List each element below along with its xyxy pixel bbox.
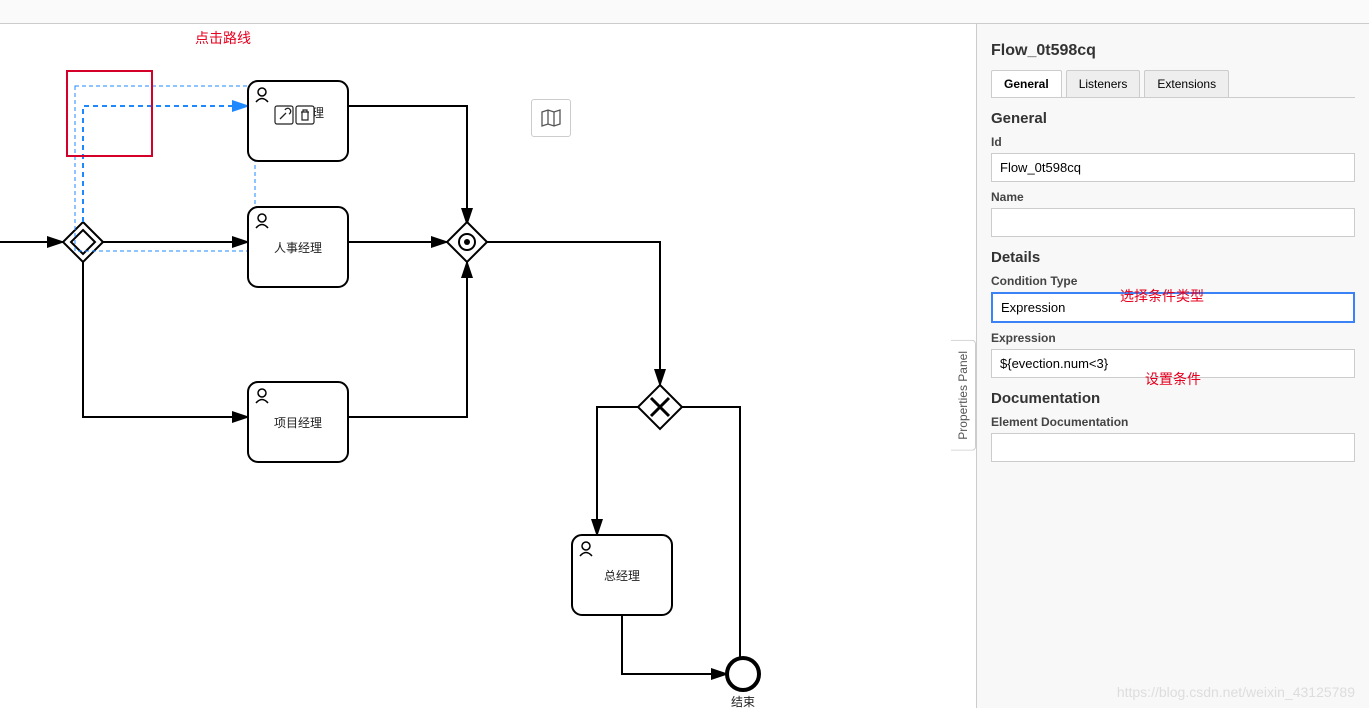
tab-general[interactable]: General: [991, 70, 1062, 97]
task-gm[interactable]: 总经理: [572, 535, 672, 615]
label-condition-type: Condition Type: [991, 274, 1355, 288]
svg-text:总经理: 总经理: [604, 569, 640, 583]
label-name: Name: [991, 190, 1355, 204]
minimap-toggle-button[interactable]: [531, 99, 571, 137]
label-expression: Expression: [991, 331, 1355, 345]
svg-text:项目经理: 项目经理: [274, 416, 322, 430]
input-id[interactable]: [991, 153, 1355, 182]
panel-title: Flow_0t598cq: [991, 42, 1355, 60]
map-icon: [540, 109, 562, 127]
section-details: Details: [991, 249, 1355, 266]
context-pad-wrench[interactable]: [275, 106, 293, 124]
app-toolbar: [0, 0, 1369, 24]
end-event[interactable]: 结束: [727, 658, 759, 708]
input-name[interactable]: [991, 208, 1355, 237]
flow-pm-to-gw2[interactable]: [348, 262, 467, 417]
select-condition-type[interactable]: [991, 292, 1355, 323]
flow-gm-to-end[interactable]: [622, 615, 727, 674]
gateway-split[interactable]: [63, 222, 103, 262]
label-id: Id: [991, 135, 1355, 149]
context-pad-delete[interactable]: [296, 106, 314, 124]
tab-extensions[interactable]: Extensions: [1144, 70, 1229, 97]
input-element-documentation[interactable]: [991, 433, 1355, 462]
flow-top-to-gw2[interactable]: [348, 106, 467, 224]
watermark: https://blog.csdn.net/weixin_43125789: [1117, 684, 1355, 700]
tab-listeners[interactable]: Listeners: [1066, 70, 1141, 97]
flow-gw3-to-gm[interactable]: [597, 407, 638, 535]
gateway-join[interactable]: [447, 222, 487, 262]
flow-gw2-to-gw3[interactable]: [487, 242, 660, 385]
gateway-exclusive[interactable]: [638, 385, 682, 429]
svg-text:结束: 结束: [731, 695, 755, 708]
properties-panel-toggle[interactable]: Properties Panel: [951, 340, 976, 451]
task-hr[interactable]: 人事经理: [248, 207, 348, 287]
annotation-highlight-box: [66, 70, 153, 157]
flow-gw3-to-end[interactable]: [682, 407, 759, 674]
input-expression[interactable]: [991, 349, 1355, 378]
diagram-canvas[interactable]: 理 人事经理: [0, 24, 976, 708]
section-documentation: Documentation: [991, 390, 1355, 407]
svg-text:人事经理: 人事经理: [274, 241, 322, 255]
flow-to-pm[interactable]: [83, 262, 248, 417]
task-pm[interactable]: 项目经理: [248, 382, 348, 462]
section-general: General: [991, 110, 1355, 127]
properties-panel: Flow_0t598cq General Listeners Extension…: [976, 24, 1369, 708]
label-element-documentation: Element Documentation: [991, 415, 1355, 429]
